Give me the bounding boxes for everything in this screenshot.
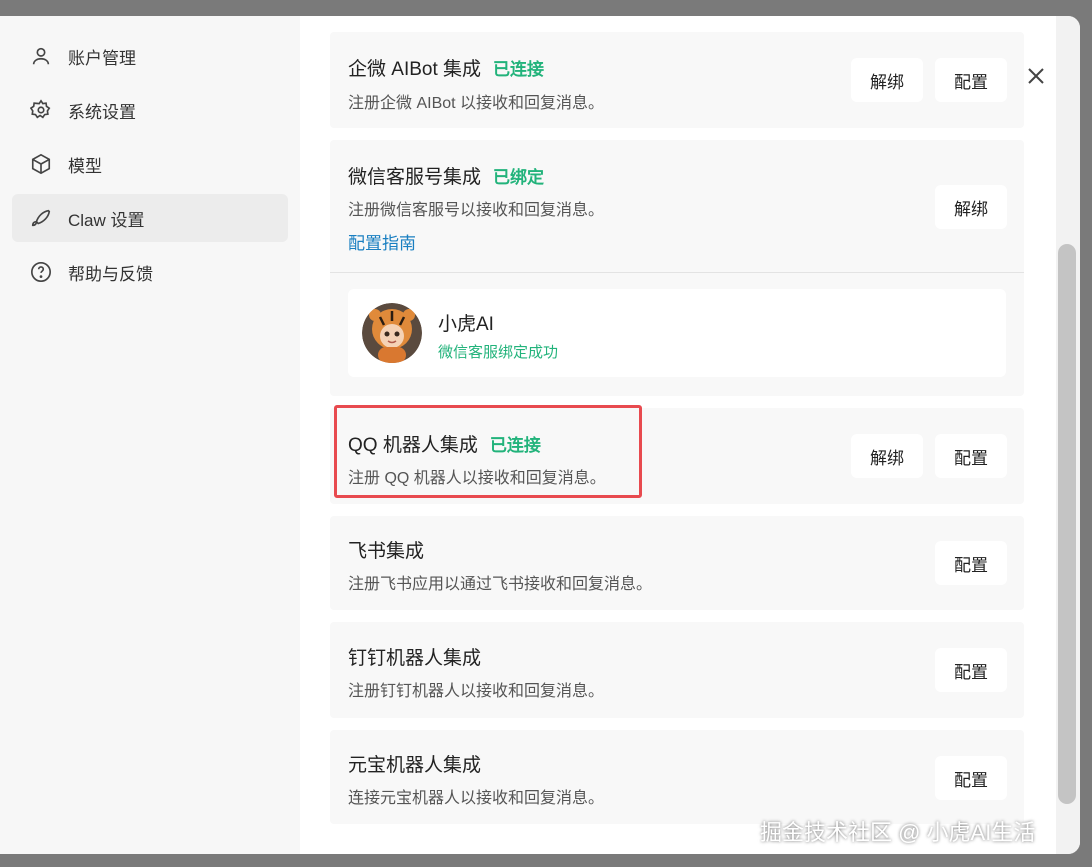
divider [330,272,1024,273]
card-description: 注册飞书应用以通过飞书接收和回复消息。 [348,576,653,593]
integration-card-dingtalk: 钉钉机器人集成 注册钉钉机器人以接收和回复消息。 配置 [330,622,1024,718]
scrollbar-thumb[interactable] [1058,244,1076,804]
configure-button[interactable]: 配置 [935,756,1007,800]
settings-sidebar: 账户管理 系统设置 模型 Claw 设置 帮助与反馈 [0,16,300,854]
sidebar-item-label: 系统设置 [68,102,136,122]
sidebar-item-label: 帮助与反馈 [68,264,153,284]
card-description: 注册企微 AIBot 以接收和回复消息。 [348,95,605,112]
card-description: 连接元宝机器人以接收和回复消息。 [348,790,605,807]
user-icon [30,45,52,67]
bound-account-status: 微信客服绑定成功 [438,344,559,361]
sidebar-item-account[interactable]: 账户管理 [12,32,288,80]
cube-icon [30,153,52,175]
avatar [362,303,422,363]
sidebar-item-system[interactable]: 系统设置 [12,86,288,134]
unbind-button[interactable]: 解绑 [851,434,923,478]
sidebar-item-label: 模型 [68,156,102,176]
help-icon [30,261,52,283]
card-title: 企微 AIBot 集成 [348,59,482,80]
configure-button[interactable]: 配置 [935,648,1007,692]
status-badge: 已连接 [493,60,545,79]
annotation-highlight-box [334,405,642,498]
integration-card-yuanbao: 元宝机器人集成 连接元宝机器人以接收和回复消息。 配置 [330,730,1024,824]
sidebar-item-model[interactable]: 模型 [12,140,288,188]
unbind-button[interactable]: 解绑 [935,185,1007,229]
sidebar-item-claw-settings[interactable]: Claw 设置 [12,194,288,242]
sidebar-item-label: Claw 设置 [68,210,145,230]
bound-account-card: 小虎AI 微信客服绑定成功 [348,289,1006,377]
integration-card-wecom: 企微 AIBot 集成 已连接 注册企微 AIBot 以接收和回复消息。 解绑 … [330,32,1024,128]
configure-button[interactable]: 配置 [935,434,1007,478]
card-description: 注册钉钉机器人以接收和回复消息。 [348,683,605,700]
integration-card-wechat-service: 微信客服号集成 已绑定 注册微信客服号以接收和回复消息。 配置指南 解绑 小虎A… [330,140,1024,396]
card-title: 钉钉机器人集成 [348,648,482,669]
card-title: 元宝机器人集成 [348,755,482,776]
integration-card-feishu: 飞书集成 注册飞书应用以通过飞书接收和回复消息。 配置 [330,516,1024,610]
sidebar-item-label: 账户管理 [68,48,136,68]
configure-button[interactable]: 配置 [935,541,1007,585]
claw-icon [30,207,52,229]
watermark: 掘金技术社区 @ 小虎AI生活 [760,820,1036,845]
card-description: 注册微信客服号以接收和回复消息。 [348,202,605,219]
card-title: 飞书集成 [348,541,425,562]
card-title: 微信客服号集成 [348,167,482,188]
config-guide-link[interactable]: 配置指南 [348,229,416,254]
unbind-button[interactable]: 解绑 [851,58,923,102]
status-badge: 已绑定 [493,168,545,187]
bound-account-name: 小虎AI [438,314,494,335]
close-icon[interactable] [1024,64,1048,88]
gear-icon [30,99,52,121]
sidebar-item-help[interactable]: 帮助与反馈 [12,248,288,296]
configure-button[interactable]: 配置 [935,58,1007,102]
